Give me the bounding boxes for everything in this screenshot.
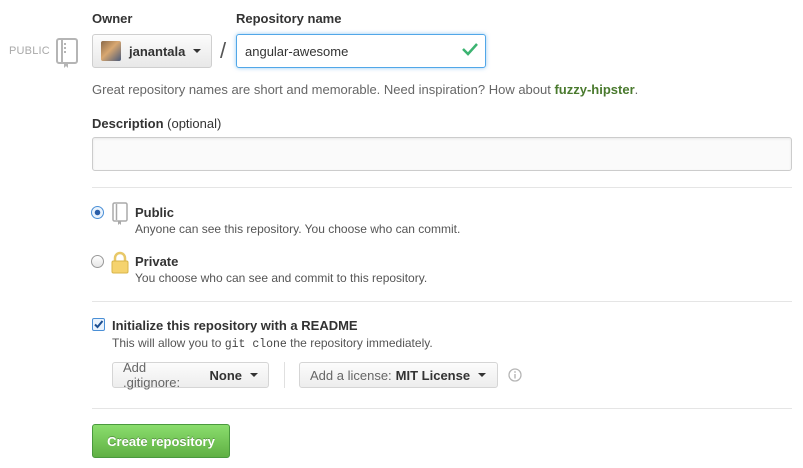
chevron-down-icon	[478, 373, 487, 377]
owner-username: janantala	[129, 43, 186, 59]
public-option-title: Public	[135, 205, 175, 220]
repo-name-input[interactable]	[236, 34, 486, 68]
public-option-desc: Anyone can see this repository. You choo…	[135, 222, 461, 236]
public-radio[interactable]	[91, 206, 104, 219]
gitignore-select-button[interactable]: Add .gitignore: None	[112, 360, 269, 390]
info-icon[interactable]	[508, 368, 522, 385]
readme-desc-after: the repository immediately.	[286, 336, 433, 350]
description-optional: (optional)	[167, 116, 222, 131]
private-option-title: Private	[135, 254, 179, 269]
repo-book-icon	[55, 37, 81, 72]
lock-icon	[110, 251, 130, 278]
description-label: Description (optional)	[92, 116, 221, 131]
license-label: Add a license:	[310, 367, 392, 383]
divider	[92, 187, 792, 188]
description-input[interactable]	[92, 137, 792, 171]
name-suggestion-link[interactable]: fuzzy-hipster	[554, 82, 634, 97]
readme-title: Initialize this repository with a README	[112, 318, 358, 333]
private-radio[interactable]	[91, 255, 104, 268]
private-option-desc: You choose who can see and commit to thi…	[135, 271, 428, 285]
readme-desc-before: This will allow you to	[112, 336, 225, 350]
visibility-badge-label: PUBLIC	[9, 45, 50, 57]
owner-label: Owner	[92, 11, 133, 26]
gitignore-label: Add .gitignore:	[123, 360, 181, 390]
hint-text: Great repository names are short and mem…	[92, 82, 555, 97]
repo-name-hint: Great repository names are short and mem…	[92, 82, 638, 97]
repo-name-label: Repository name	[236, 11, 342, 26]
owner-repo-separator: /	[220, 38, 227, 63]
check-icon	[462, 42, 478, 59]
license-value: MIT License	[395, 367, 471, 383]
gitignore-value: None	[209, 367, 243, 383]
license-select-button[interactable]: Add a license: MIT License	[299, 362, 498, 388]
divider	[284, 362, 285, 388]
owner-select-button[interactable]: janantala	[92, 34, 212, 68]
readme-desc: This will allow you to git clone the rep…	[112, 336, 433, 351]
readme-checkbox[interactable]	[92, 318, 105, 331]
avatar	[101, 41, 121, 61]
chevron-down-icon	[193, 49, 202, 53]
hint-suffix: .	[634, 82, 639, 97]
public-repo-icon	[111, 202, 131, 229]
create-repository-button[interactable]: Create repository	[92, 424, 230, 458]
description-label-text: Description	[92, 116, 164, 131]
divider	[92, 301, 792, 302]
readme-desc-code: git clone	[224, 338, 287, 351]
divider	[92, 408, 792, 409]
chevron-down-icon	[250, 373, 258, 377]
